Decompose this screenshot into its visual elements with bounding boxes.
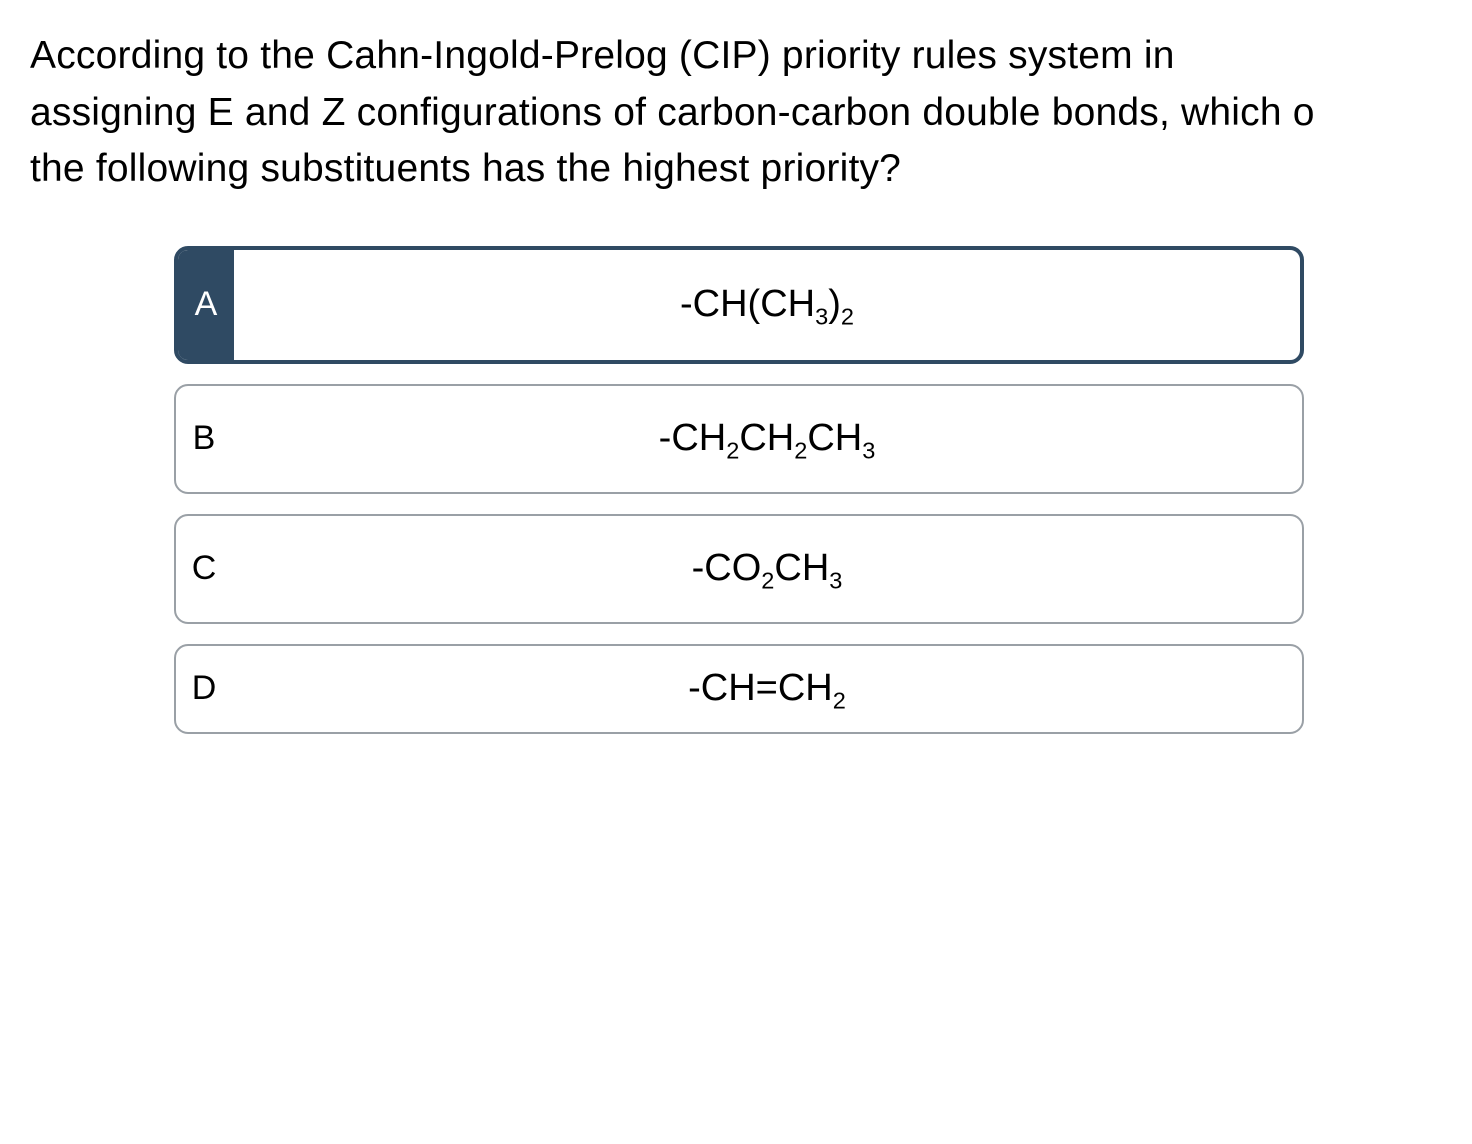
chemical-formula: -CO2CH3 xyxy=(692,547,843,590)
option-b[interactable]: B -CH2CH2CH3 xyxy=(174,384,1304,494)
option-d[interactable]: D -CH=CH2 xyxy=(174,644,1304,734)
chemical-formula: -CH=CH2 xyxy=(688,667,846,710)
option-c[interactable]: C -CO2CH3 xyxy=(174,514,1304,624)
options-list: A -CH(CH3)2 B -CH2CH2CH3 C -CO2CH3 D -CH=CH2 xyxy=(174,246,1304,734)
question-line-1: According to the Cahn-Ingold-Prelog (CIP… xyxy=(30,34,1175,77)
subscript: 3 xyxy=(862,438,875,464)
subscript: 2 xyxy=(833,688,846,714)
subscript: 2 xyxy=(794,438,807,464)
subscript: 3 xyxy=(815,304,828,330)
quiz-page: According to the Cahn-Ingold-Prelog (CIP… xyxy=(0,0,1472,734)
option-letter: C xyxy=(176,516,232,622)
question-text: According to the Cahn-Ingold-Prelog (CIP… xyxy=(30,28,1472,198)
option-content: -CO2CH3 xyxy=(232,516,1302,622)
subscript: 2 xyxy=(761,568,774,594)
question-line-2: assigning E and Z configurations of carb… xyxy=(30,91,1315,134)
option-content: -CH=CH2 xyxy=(232,646,1302,732)
option-letter: D xyxy=(176,646,232,732)
chemical-formula: -CH2CH2CH3 xyxy=(659,417,876,460)
option-letter: A xyxy=(178,250,234,360)
subscript: 2 xyxy=(841,304,854,330)
option-a[interactable]: A -CH(CH3)2 xyxy=(174,246,1304,364)
question-line-3: the following substituents has the highe… xyxy=(30,147,901,190)
option-letter: B xyxy=(176,386,232,492)
option-content: -CH(CH3)2 xyxy=(234,250,1300,360)
subscript: 3 xyxy=(829,568,842,594)
chemical-formula: -CH(CH3)2 xyxy=(680,283,854,326)
option-content: -CH2CH2CH3 xyxy=(232,386,1302,492)
subscript: 2 xyxy=(726,438,739,464)
